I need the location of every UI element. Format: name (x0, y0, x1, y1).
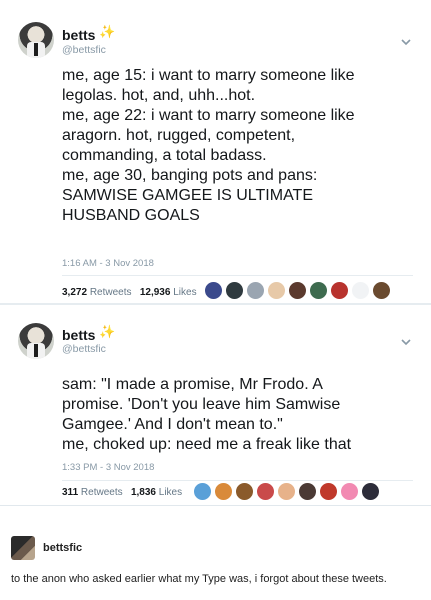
engagement-stats: 3,272 Retweets 12,936 Likes (62, 287, 197, 298)
avatar[interactable] (18, 323, 54, 359)
post-caption: to the anon who asked earlier what my Ty… (11, 573, 387, 585)
liker-avatar[interactable] (225, 281, 244, 300)
liker-avatar[interactable] (319, 482, 338, 501)
sparkles-icon: ✨ (99, 324, 116, 339)
liker-avatar[interactable] (309, 281, 328, 300)
retweets-label[interactable]: Retweets (90, 287, 132, 298)
tweet-text: me, age 15: i want to marry someone like… (62, 66, 422, 226)
tweet-2: betts ✨ @bettsfic sam: "I made a promise… (0, 305, 431, 505)
tweet-line: SAMWISE GAMGEE IS ULTIMATE (62, 187, 313, 204)
liker-avatar[interactable] (267, 281, 286, 300)
tweet-line: legolas. hot, and, uhh...hot. (62, 87, 256, 104)
chevron-down-icon[interactable] (399, 35, 413, 49)
liker-avatar[interactable] (214, 482, 233, 501)
liker-avatar[interactable] (340, 482, 359, 501)
liker-avatar[interactable] (204, 281, 223, 300)
display-name[interactable]: betts (62, 27, 95, 43)
tweet-text: sam: "I made a promise, Mr Frodo. A prom… (62, 375, 422, 455)
tweet-line: sam: "I made a promise, Mr Frodo. A (62, 376, 323, 393)
likes-label[interactable]: Likes (173, 287, 196, 298)
tweet-line: Gamgee.' And I don't mean to." (62, 416, 283, 433)
user-handle[interactable]: @bettsfic (62, 343, 106, 355)
liker-avatars (193, 482, 380, 501)
liker-avatar[interactable] (256, 482, 275, 501)
like-count[interactable]: 1,836 (131, 487, 156, 498)
tweet-line: promise. 'Don't you leave him Samwise (62, 396, 341, 413)
liker-avatar[interactable] (351, 281, 370, 300)
tweet-line: me, choked up: need me a freak like that (62, 436, 352, 453)
liker-avatar[interactable] (193, 482, 212, 501)
liker-avatar[interactable] (235, 482, 254, 501)
retweets-label[interactable]: Retweets (81, 487, 123, 498)
post-separator (0, 505, 431, 525)
timestamp[interactable]: 1:16 AM - 3 Nov 2018 (62, 258, 154, 269)
retweet-count[interactable]: 3,272 (62, 287, 87, 298)
liker-avatar[interactable] (246, 281, 265, 300)
liker-avatar[interactable] (361, 482, 380, 501)
timestamp[interactable]: 1:33 PM - 3 Nov 2018 (62, 462, 154, 473)
engagement-stats: 311 Retweets 1,836 Likes (62, 487, 182, 498)
avatar[interactable] (11, 536, 35, 560)
sparkles-icon: ✨ (99, 24, 116, 39)
liker-avatar[interactable] (277, 482, 296, 501)
liker-avatar[interactable] (288, 281, 307, 300)
post-username[interactable]: bettsfic (43, 542, 82, 554)
liker-avatar[interactable] (330, 281, 349, 300)
tweet-1: betts ✨ @bettsfic me, age 15: i want to … (0, 0, 431, 303)
liker-avatar[interactable] (372, 281, 391, 300)
tweet-line: me, age 15: i want to marry someone like (62, 67, 355, 84)
divider (62, 480, 413, 481)
tweet-line: me, age 30, banging pots and pans: (62, 167, 318, 184)
user-handle[interactable]: @bettsfic (62, 44, 106, 56)
retweet-count[interactable]: 311 (62, 487, 78, 498)
chevron-down-icon[interactable] (399, 335, 413, 349)
liker-avatars (204, 281, 391, 300)
tweet-line: HUSBAND GOALS (62, 207, 200, 224)
display-name[interactable]: betts (62, 327, 95, 343)
like-count[interactable]: 12,936 (140, 287, 171, 298)
tweet-line: aragorn. hot, rugged, competent, (62, 127, 296, 144)
tweet-line: me, age 22: i want to marry someone like (62, 107, 355, 124)
tweet-line: commanding, a total badass. (62, 147, 267, 164)
avatar[interactable] (18, 22, 54, 58)
divider (62, 275, 413, 276)
liker-avatar[interactable] (298, 482, 317, 501)
likes-label[interactable]: Likes (159, 487, 182, 498)
